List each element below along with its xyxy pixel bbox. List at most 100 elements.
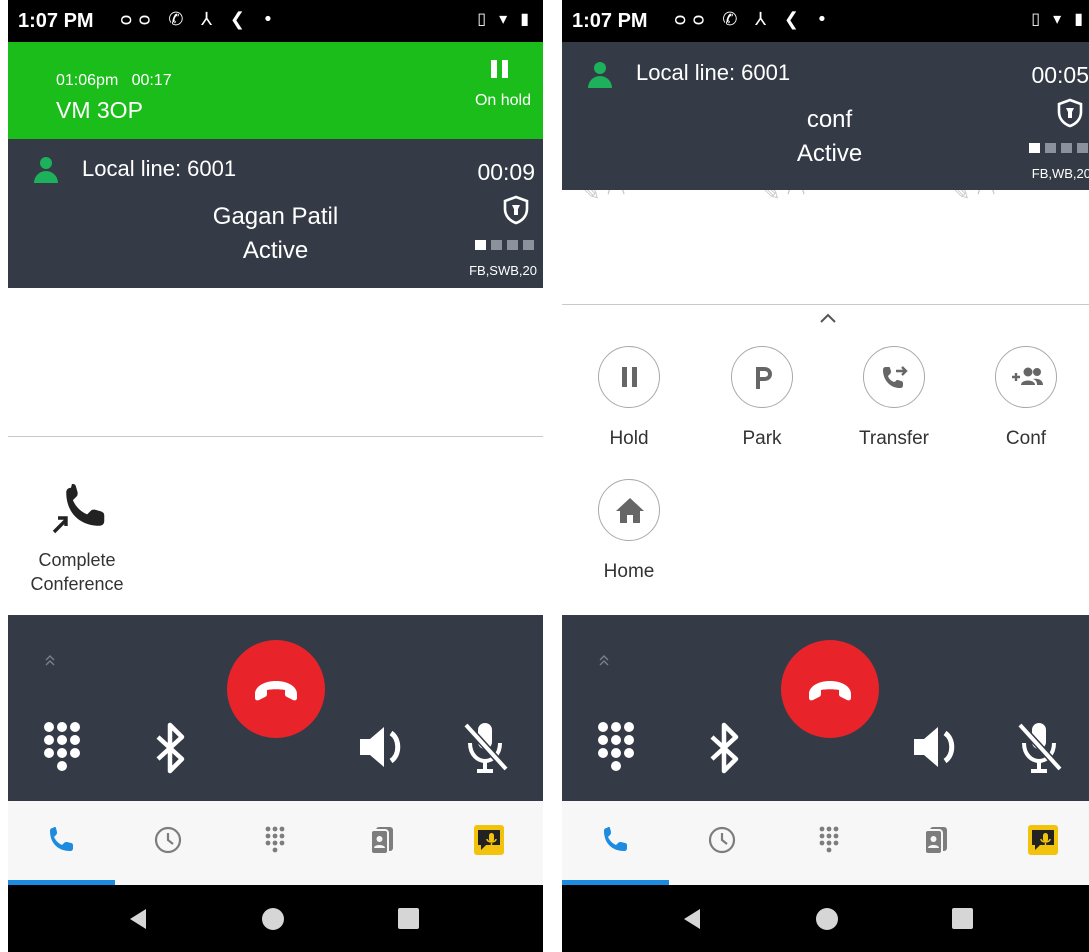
- voicemail-icon: [1028, 825, 1058, 855]
- tab-voicemail[interactable]: [990, 801, 1089, 885]
- call-timer: 00:09: [477, 159, 535, 185]
- speaker-icon[interactable]: [358, 719, 410, 777]
- system-status-icons: ▯ ▾ ▮: [1031, 9, 1087, 28]
- home-nav-icon[interactable]: [816, 908, 838, 930]
- tab-calls[interactable]: [8, 801, 115, 885]
- held-call-status: On hold: [474, 92, 531, 109]
- chevron-up-icon[interactable]: [819, 312, 837, 324]
- call-controls: [8, 615, 543, 801]
- signal-quality-icon: [475, 240, 537, 250]
- bluetooth-icon[interactable]: [700, 719, 752, 777]
- held-call-card[interactable]: 01:06pm 00:17 VM 3OP On hold: [8, 42, 543, 139]
- caller-name: Gagan Patil: [212, 203, 339, 230]
- park-label: Park: [742, 428, 782, 449]
- expand-up-icon[interactable]: [44, 653, 56, 667]
- hold-button[interactable]: [598, 346, 660, 408]
- system-navigation-bar: [562, 885, 1089, 952]
- home-icon: [616, 498, 644, 523]
- tab-dialpad[interactable]: [776, 801, 883, 885]
- transfer-button[interactable]: [863, 346, 925, 408]
- park-icon: [756, 367, 772, 389]
- complete-conference-icon[interactable]: [50, 482, 108, 534]
- call-timer: 00:05: [1031, 62, 1089, 88]
- tab-dialpad[interactable]: [222, 801, 329, 885]
- hold-label: Hold: [609, 428, 649, 449]
- transfer-label: Transfer: [858, 428, 930, 449]
- recents-icon[interactable]: [398, 908, 419, 929]
- bottom-tabs: [562, 801, 1089, 885]
- codec-label: FB,SWB,20: [469, 263, 537, 278]
- notification-icons: ᴑᴑ ✆ ⅄ ❮ •: [120, 9, 280, 30]
- dialpad-icon[interactable]: [40, 719, 92, 777]
- speaker-icon[interactable]: [912, 719, 964, 777]
- hangup-icon: [809, 681, 851, 701]
- security-shield-icon: [1057, 98, 1083, 128]
- tab-contacts[interactable]: [329, 801, 436, 885]
- caller-name: conf: [806, 106, 853, 133]
- tab-voicemail[interactable]: [436, 801, 543, 885]
- home-label: Home: [603, 561, 655, 582]
- left-phone-screen: 1:07 PM ᴑᴑ ✆ ⅄ ❮ • ▯ ▾ ▮ 01:06pm 00:17 V…: [8, 0, 543, 952]
- call-controls: [562, 615, 1089, 801]
- pause-icon: [622, 367, 637, 387]
- call-state: Active: [796, 140, 863, 167]
- system-status-icons: ▯ ▾ ▮: [477, 9, 533, 28]
- status-bar: 1:07 PM ᴑᴑ ✆ ⅄ ❮ • ▯ ▾ ▮: [562, 0, 1089, 42]
- hangup-icon: [255, 681, 297, 701]
- tab-contacts[interactable]: [883, 801, 990, 885]
- call-state: Active: [242, 237, 309, 264]
- home-nav-icon[interactable]: [262, 908, 284, 930]
- bottom-tabs: [8, 801, 543, 885]
- hangup-button[interactable]: [781, 640, 879, 738]
- tab-history[interactable]: [669, 801, 776, 885]
- recents-icon[interactable]: [952, 908, 973, 929]
- clock-icon: [154, 826, 182, 854]
- dialpad-icon: [265, 826, 285, 853]
- park-button[interactable]: [731, 346, 793, 408]
- mute-icon[interactable]: [460, 719, 512, 777]
- expand-up-icon[interactable]: [598, 653, 610, 667]
- back-icon[interactable]: [682, 907, 702, 931]
- codec-label: FB,WB,20: [1031, 166, 1089, 181]
- local-line-label: Local line: 6001: [82, 156, 237, 181]
- status-time: 1:07 PM: [18, 10, 94, 32]
- phone-icon: [50, 827, 73, 851]
- voicemail-icon: [474, 825, 504, 855]
- status-time: 1:07 PM: [572, 10, 648, 32]
- divider: [8, 436, 543, 437]
- phone-icon: [604, 827, 627, 851]
- mute-icon[interactable]: [1014, 719, 1066, 777]
- home-button[interactable]: [598, 479, 660, 541]
- add-conference-icon: [1012, 367, 1043, 385]
- transfer-icon: [883, 366, 908, 388]
- person-icon: [586, 62, 614, 90]
- clock-icon: [708, 826, 736, 854]
- conf-label: Conf: [1005, 428, 1047, 449]
- divider: [562, 304, 1089, 305]
- security-shield-icon: [503, 195, 529, 225]
- held-call-time: 01:06pm 00:17: [56, 72, 172, 89]
- local-line-label: Local line: 6001: [636, 60, 791, 85]
- hidden-call-rows: ✎ ◠ ✎ ◠ ✎ ◠: [582, 190, 996, 205]
- dialpad-icon[interactable]: [594, 719, 646, 777]
- notification-icons: ᴑᴑ ✆ ⅄ ❮ •: [674, 9, 834, 30]
- tab-calls[interactable]: [562, 801, 669, 885]
- active-call-card[interactable]: Local line: 6001 00:05 conf Active FB,WB…: [562, 42, 1089, 190]
- status-bar: 1:07 PM ᴑᴑ ✆ ⅄ ❮ • ▯ ▾ ▮: [8, 0, 543, 42]
- complete-conference-label[interactable]: Complete Conference: [8, 548, 146, 596]
- held-call-name: VM 3OP: [56, 97, 143, 123]
- person-icon: [32, 157, 60, 185]
- contacts-icon: [924, 827, 947, 855]
- tab-history[interactable]: [115, 801, 222, 885]
- back-icon[interactable]: [128, 907, 148, 931]
- contacts-icon: [370, 827, 393, 855]
- pause-icon: [491, 60, 509, 78]
- bluetooth-icon[interactable]: [146, 719, 198, 777]
- right-phone-screen: 1:07 PM ᴑᴑ ✆ ⅄ ❮ • ▯ ▾ ▮ Local line: 600…: [562, 0, 1089, 952]
- signal-quality-icon: [1029, 143, 1089, 153]
- conf-button[interactable]: [995, 346, 1057, 408]
- system-navigation-bar: [8, 885, 543, 952]
- hangup-button[interactable]: [227, 640, 325, 738]
- active-call-card[interactable]: Local line: 6001 00:09 Gagan Patil Activ…: [8, 139, 543, 288]
- dialpad-icon: [819, 826, 839, 853]
